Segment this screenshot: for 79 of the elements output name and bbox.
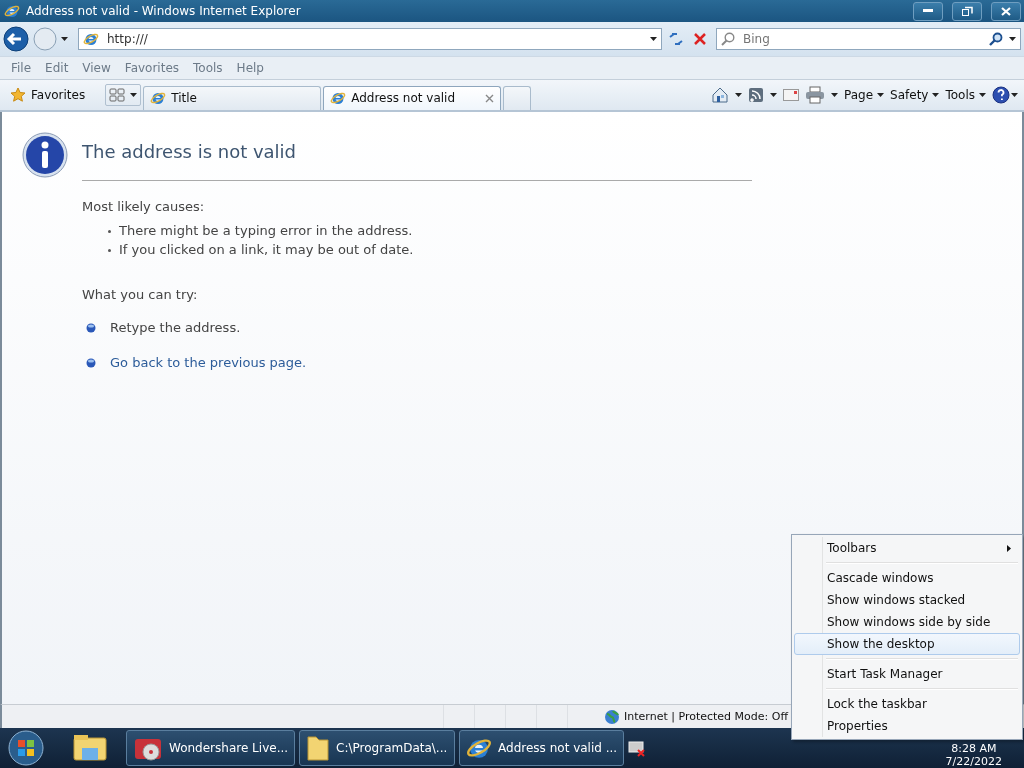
menu-item[interactable]: Favorites xyxy=(117,61,187,75)
caret-icon[interactable] xyxy=(650,37,657,41)
clock-date[interactable]: 7/22/2022 xyxy=(945,754,1002,768)
menu-item[interactable]: Toolbars xyxy=(794,537,1020,559)
bullet-icon xyxy=(86,357,96,368)
menu-item[interactable]: Cascade windows xyxy=(794,567,1020,589)
minimize-button[interactable] xyxy=(913,1,943,21)
close-tab-button[interactable] xyxy=(485,93,495,103)
menu-item[interactable]: Properties xyxy=(794,715,1020,737)
close-button[interactable] xyxy=(991,1,1021,21)
menu-item[interactable]: Show windows stacked xyxy=(794,589,1020,611)
folder-icon[interactable] xyxy=(72,732,108,764)
search-input[interactable]: Bing xyxy=(741,31,983,47)
back-button[interactable] xyxy=(3,26,29,52)
menu-item[interactable]: Start Task Manager xyxy=(794,663,1020,685)
caret-icon[interactable] xyxy=(735,93,742,97)
command-menu[interactable]: Safety xyxy=(890,88,940,102)
back-link[interactable]: Go back to the previous page. xyxy=(110,355,307,370)
menu-item[interactable]: View xyxy=(75,61,118,75)
section-label: Most likely causes: xyxy=(82,199,206,214)
page-icon xyxy=(330,90,347,106)
bullet-icon xyxy=(108,249,111,252)
caret-icon[interactable] xyxy=(130,93,138,97)
info-icon xyxy=(22,132,68,178)
address-bar[interactable]: http:/// xyxy=(78,28,662,50)
caret-icon[interactable] xyxy=(877,93,885,97)
caret-icon[interactable] xyxy=(61,37,68,41)
folder-icon xyxy=(306,733,331,763)
start-button[interactable] xyxy=(6,729,46,767)
browser-tab[interactable]: Title xyxy=(143,85,322,110)
home-button[interactable] xyxy=(711,86,729,104)
clock-time[interactable]: 8:28 AM xyxy=(951,741,997,755)
restore-button[interactable] xyxy=(952,1,982,21)
section-label: What you can try: xyxy=(82,287,199,302)
close-icon xyxy=(1001,6,1011,16)
taskbar-button[interactable]: Address not valid ... xyxy=(459,730,625,766)
menu-item[interactable]: Show windows side by side xyxy=(794,611,1020,633)
mail-button[interactable] xyxy=(783,89,799,101)
globe-icon xyxy=(604,708,621,725)
menu-item[interactable]: Tools xyxy=(186,61,230,75)
favorites-button[interactable]: Favorites xyxy=(4,83,92,107)
minimize-icon xyxy=(923,9,933,13)
star-icon xyxy=(10,87,26,103)
taskbar-button[interactable]: Wondershare Live... xyxy=(126,730,296,766)
menu-item[interactable]: File xyxy=(4,61,39,75)
help-button[interactable] xyxy=(992,86,1018,104)
caret-icon[interactable] xyxy=(979,93,986,97)
search-button[interactable] xyxy=(989,32,1003,46)
window-title: Address not valid - Windows Internet Explorer xyxy=(26,4,302,18)
menu-item[interactable]: Edit xyxy=(38,61,76,75)
command-menu[interactable]: Page xyxy=(844,88,885,102)
caret-icon[interactable] xyxy=(831,93,838,97)
network-icon[interactable] xyxy=(628,739,647,757)
cause-text: There might be a typing error in the address. xyxy=(119,222,413,240)
menu-item[interactable]: Help xyxy=(229,61,271,75)
command-menu[interactable]: Tools xyxy=(945,88,986,102)
suggestion-text: Retype the address. xyxy=(110,320,241,335)
browser-icon xyxy=(4,3,20,19)
error-heading: The address is not valid xyxy=(82,141,752,181)
search-icon xyxy=(721,32,735,46)
print-button[interactable] xyxy=(805,86,825,104)
grid-icon xyxy=(108,88,125,102)
restore-icon xyxy=(961,6,973,16)
feed-button[interactable] xyxy=(748,87,764,103)
browser-tab[interactable]: Address not valid xyxy=(323,85,502,110)
zone-status: Internet | Protected Mode: Off xyxy=(624,710,788,723)
caret-icon[interactable] xyxy=(770,93,777,97)
menu-item[interactable]: Lock the taskbar xyxy=(794,693,1020,715)
bullet-icon xyxy=(108,230,111,233)
caret-icon[interactable] xyxy=(932,93,940,97)
address-input[interactable]: http:/// xyxy=(105,31,644,47)
search-bar[interactable]: Bing xyxy=(716,28,1021,50)
page-icon xyxy=(150,90,167,106)
taskbar-button[interactable]: C:\ProgramData\... xyxy=(299,730,456,766)
bullet-icon xyxy=(86,322,96,333)
menu-item[interactable]: Show the desktop xyxy=(794,633,1020,655)
page-icon xyxy=(83,31,99,47)
cause-text: If you clicked on a link, it may be out of date. xyxy=(119,241,414,259)
caret-icon[interactable] xyxy=(1009,37,1016,41)
